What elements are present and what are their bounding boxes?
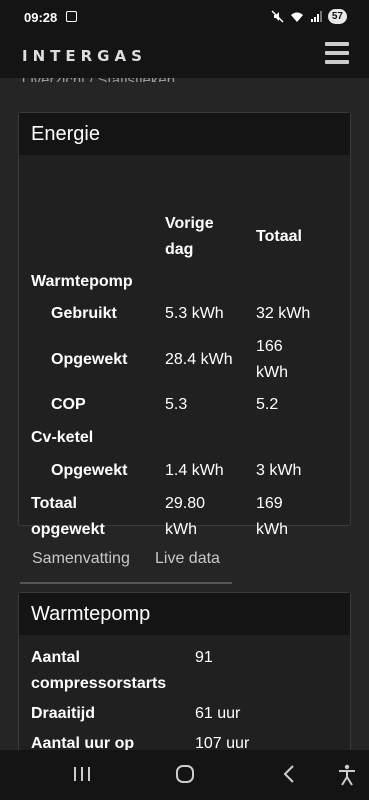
row-total-label-line1: Totaal xyxy=(31,495,77,512)
battery-icon: 57 xyxy=(327,9,347,24)
row-boiler-generated-total: 3 kWh xyxy=(256,462,302,479)
row-generated-label: Opgewekt xyxy=(51,351,128,368)
row-compressor-starts-value: 91 xyxy=(195,649,213,666)
hamburger-menu-icon[interactable] xyxy=(325,42,349,64)
status-icons: 57 xyxy=(271,9,347,24)
section-boiler: Cv-ketel xyxy=(31,429,94,446)
row-generated-prev: 28.4 kWh xyxy=(165,351,233,368)
intergas-logo[interactable]: INTERGAS xyxy=(22,47,147,65)
col-header-prev-day: Vorige dag xyxy=(165,211,214,263)
accessibility-icon[interactable] xyxy=(337,764,357,786)
energy-table: Vorige dag Totaal Warmtepomp Gebruikt 5.… xyxy=(19,155,350,538)
row-total-total: 169 kWh xyxy=(256,491,288,543)
status-bar: 09:28 57 xyxy=(0,0,369,34)
mute-icon xyxy=(271,10,284,23)
row-boiler-generated-label: Opgewekt xyxy=(51,462,128,479)
row-runtime-value: 61 uur xyxy=(195,705,241,722)
row-used-total: 32 kWh xyxy=(256,305,311,322)
recent-apps-icon[interactable] xyxy=(72,764,92,784)
tab-bar: Samenvatting Live data xyxy=(20,540,232,584)
row-cop-prev: 5.3 xyxy=(165,396,188,413)
signal-icon xyxy=(310,10,322,22)
row-total-label-line2: opgewekt xyxy=(31,521,105,538)
row-boiler-generated-prev: 1.4 kWh xyxy=(165,462,224,479)
row-used-label: Gebruikt xyxy=(51,305,117,322)
row-cop-label: COP xyxy=(51,396,86,413)
row-generated-total-line1: 166 xyxy=(256,338,283,355)
status-time: 09:28 xyxy=(24,10,58,25)
energy-card-title: Energie xyxy=(19,113,350,155)
section-heatpump: Warmtepomp xyxy=(31,273,133,290)
row-generated-total-line2: kWh xyxy=(256,364,288,381)
tab-summary[interactable]: Samenvatting xyxy=(32,550,130,568)
heatpump-card-title: Warmtepomp xyxy=(19,593,350,635)
wifi-icon xyxy=(290,12,303,22)
row-compressor-starts-label-line1: Aantal xyxy=(31,649,80,666)
row-total-total-line1: 169 xyxy=(256,495,283,512)
screenshot-icon xyxy=(66,11,77,22)
row-compressor-starts-label: Aantal compressorstarts xyxy=(31,645,166,697)
home-icon[interactable] xyxy=(175,764,195,784)
tab-live-data[interactable]: Live data xyxy=(155,550,220,568)
col-header-prev-line1: Vorige xyxy=(165,215,214,232)
back-icon[interactable] xyxy=(280,764,300,784)
row-total-label: Totaal opgewekt xyxy=(31,491,105,543)
row-compressor-starts-label-line2: compressorstarts xyxy=(31,675,167,692)
row-total-prev: 29.80 kWh xyxy=(165,491,205,543)
col-header-total: Totaal xyxy=(256,228,302,245)
row-runtime-label: Draaitijd xyxy=(31,705,96,722)
system-navigation-bar xyxy=(0,750,369,800)
row-total-total-line2: kWh xyxy=(256,521,288,538)
row-generated-total: 166 kWh xyxy=(256,334,288,386)
row-used-prev: 5.3 kWh xyxy=(165,305,224,322)
row-cop-total: 5.2 xyxy=(256,396,279,413)
app-header: INTERGAS xyxy=(0,34,369,78)
row-total-prev-line1: 29.80 xyxy=(165,495,206,512)
energy-card: Energie Vorige dag Totaal Warmtepomp Geb… xyxy=(18,112,351,538)
col-header-prev-line2: dag xyxy=(165,241,194,258)
row-total-prev-line2: kWh xyxy=(165,521,197,538)
